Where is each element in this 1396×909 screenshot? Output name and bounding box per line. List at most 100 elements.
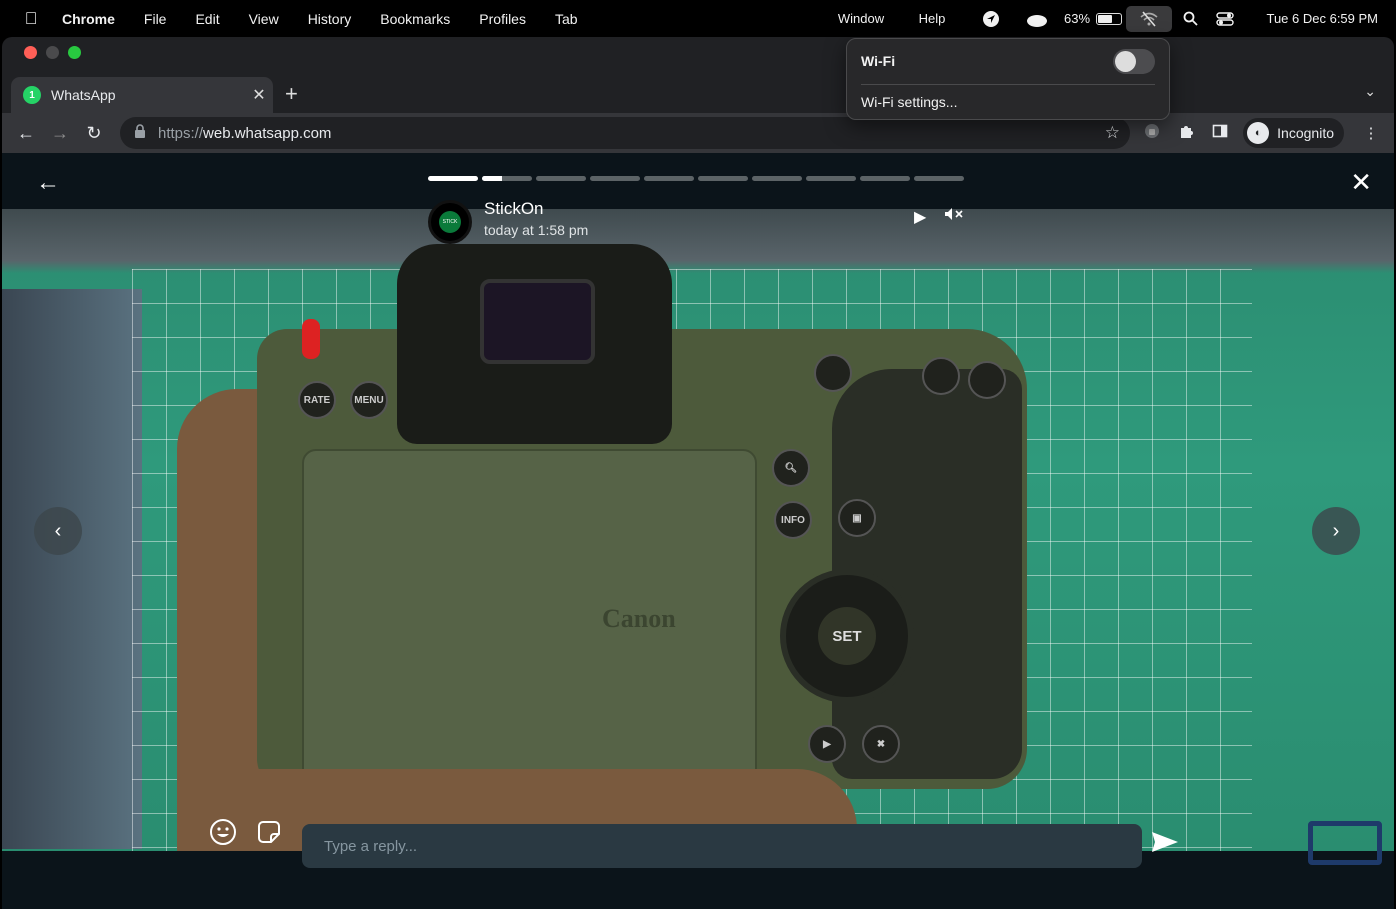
status-progress-segment xyxy=(428,176,478,181)
spotlight-search-icon[interactable] xyxy=(1172,11,1208,26)
battery-status[interactable]: 63% xyxy=(1060,11,1126,26)
menu-view[interactable]: View xyxy=(249,11,279,27)
incognito-icon: ◐ xyxy=(1247,122,1270,144)
extensions-puzzle-icon[interactable] xyxy=(1169,123,1203,143)
status-progress-segment xyxy=(590,176,640,181)
toolbar-right: ◐ Incognito ⋮ xyxy=(1135,113,1394,153)
menu-clock[interactable]: Tue 6 Dec 6:59 PM xyxy=(1242,11,1396,26)
camera-viewfinder xyxy=(480,279,595,364)
status-progress-segment xyxy=(806,176,856,181)
camera-rate-button: RATE xyxy=(298,381,336,419)
tab-strip: 1 WhatsApp ✕ xyxy=(2,73,1394,113)
status-progress-segment xyxy=(482,176,532,181)
play-icon[interactable]: ▶ xyxy=(914,207,926,227)
camera-info-button: INFO xyxy=(774,501,812,539)
status-progress-bar xyxy=(428,176,964,181)
camera-menu-button: MENU xyxy=(350,381,388,419)
camera-brand-text: Canon xyxy=(602,604,676,633)
tab-badge: 1 xyxy=(29,89,35,101)
macos-menu-bar:  Chrome File Edit View History Bookmark… xyxy=(0,0,1396,37)
status-back-arrow-icon[interactable]: ← xyxy=(36,169,60,197)
control-center-icon[interactable] xyxy=(1208,11,1242,26)
whatsapp-favicon-icon: 1 xyxy=(23,86,41,104)
status-progress-segment xyxy=(644,176,694,181)
window-controls xyxy=(24,46,81,59)
menu-history[interactable]: History xyxy=(308,11,352,27)
menu-window[interactable]: Window xyxy=(826,11,896,26)
poster-name[interactable]: StickOn xyxy=(484,199,588,219)
browser-toolbar: ← → ↻ https://web.whatsapp.com ☆ ◐ Incog… xyxy=(2,113,1394,153)
menu-profiles[interactable]: Profiles xyxy=(479,11,526,27)
minimize-window-button[interactable] xyxy=(46,46,59,59)
incognito-profile-button[interactable]: ◐ Incognito xyxy=(1243,118,1344,148)
poster-avatar[interactable]: STICK xyxy=(428,200,472,244)
url-scheme: https:// xyxy=(158,124,204,142)
incognito-label: Incognito xyxy=(1277,125,1334,141)
menu-file[interactable]: File xyxy=(144,11,167,27)
emoji-icon[interactable] xyxy=(208,818,238,848)
url-text: https://web.whatsapp.com xyxy=(158,125,331,142)
tab-search-chevron-icon[interactable]: ⌄ xyxy=(1364,83,1376,100)
battery-icon xyxy=(1096,12,1123,25)
next-status-chevron-icon[interactable]: › xyxy=(1312,507,1360,555)
menu-bookmarks[interactable]: Bookmarks xyxy=(380,11,450,27)
status-progress-segment xyxy=(698,176,748,181)
tab-title: WhatsApp xyxy=(51,87,116,103)
chrome-menu-kebab-icon[interactable]: ⋮ xyxy=(1354,124,1388,142)
poster-info: StickOn today at 1:58 pm xyxy=(484,199,588,238)
wifi-title: Wi-Fi xyxy=(861,53,896,69)
previous-status-chevron-icon[interactable]: ‹ xyxy=(34,507,82,555)
reply-input[interactable]: Type a reply... xyxy=(302,824,1142,868)
send-icon[interactable] xyxy=(1150,830,1180,860)
location-arrow-icon[interactable] xyxy=(968,10,1014,28)
lock-icon[interactable] xyxy=(134,123,146,143)
battery-percent: 63% xyxy=(1063,11,1091,26)
status-timestamp: today at 1:58 pm xyxy=(484,222,589,238)
apple-menu-icon[interactable]:  xyxy=(0,9,62,29)
menu-bar-extras: Window Help 63% Tue 6 Dec 6:59 PM xyxy=(826,0,1396,37)
address-bar[interactable]: https://web.whatsapp.com ☆ xyxy=(120,117,1130,149)
status-photo: Canon RATE MENU 🔍︎ INFO ▣ SET ▶ ✖ xyxy=(2,209,1394,851)
tab-close-icon[interactable]: ✕ xyxy=(245,85,273,105)
camera-q-button: ▣ xyxy=(838,499,876,537)
status-header: ← ✕ xyxy=(2,153,1394,209)
camera-trash-button: ✖ xyxy=(862,725,900,763)
wifi-toggle[interactable] xyxy=(1113,49,1155,74)
status-progress-segment xyxy=(752,176,802,181)
menu-help[interactable]: Help xyxy=(896,11,968,26)
camera-play-button: ▶ xyxy=(808,725,846,763)
forward-arrow-icon[interactable]: → xyxy=(43,123,77,144)
camera-set-button: SET xyxy=(818,607,876,665)
site-watermark-logo xyxy=(1308,821,1382,865)
cloud-app-icon[interactable] xyxy=(1014,11,1060,27)
menu-edit[interactable]: Edit xyxy=(195,11,219,27)
close-window-button[interactable] xyxy=(24,46,37,59)
wifi-divider xyxy=(861,84,1155,85)
back-arrow-icon[interactable]: ← xyxy=(9,123,43,144)
sticker-icon[interactable] xyxy=(254,818,284,848)
wifi-settings-link[interactable]: Wi-Fi settings... xyxy=(861,94,957,110)
tab-whatsapp[interactable]: 1 WhatsApp ✕ xyxy=(11,77,273,113)
reload-icon[interactable]: ↻ xyxy=(77,123,111,144)
poster-avatar-text: STICK xyxy=(439,211,461,233)
zoom-window-button[interactable] xyxy=(68,46,81,59)
camera-zoom-button: 🔍︎ xyxy=(772,449,810,487)
wifi-menu-panel: Wi-Fi Wi-Fi settings... xyxy=(846,38,1170,120)
status-progress-segment xyxy=(914,176,964,181)
extension-shield-icon[interactable] xyxy=(1135,123,1169,143)
status-progress-segment xyxy=(536,176,586,181)
status-poster: STICK StickOn today at 1:58 pm xyxy=(428,199,588,244)
new-tab-plus-icon[interactable]: + xyxy=(285,81,298,107)
camera-lcd xyxy=(302,449,757,789)
side-panel-icon[interactable] xyxy=(1203,123,1237,143)
menu-tab[interactable]: Tab xyxy=(555,11,578,27)
menu-app-chrome[interactable]: Chrome xyxy=(62,11,115,27)
chrome-window: 1 WhatsApp ✕ + ⌄ ← → ↻ https://web.whats… xyxy=(2,37,1394,909)
status-viewer: ← ✕ Canon RATE MENU 🔍︎ INFO ▣ SET ▶ ✖ ST… xyxy=(2,153,1394,909)
mute-icon[interactable] xyxy=(944,207,964,224)
status-close-icon[interactable]: ✕ xyxy=(1350,167,1372,198)
status-progress-segment xyxy=(860,176,910,181)
url-host: web.whatsapp.com xyxy=(203,124,332,142)
wifi-off-icon[interactable] xyxy=(1126,5,1172,32)
bookmark-star-icon[interactable]: ☆ xyxy=(1105,123,1120,143)
